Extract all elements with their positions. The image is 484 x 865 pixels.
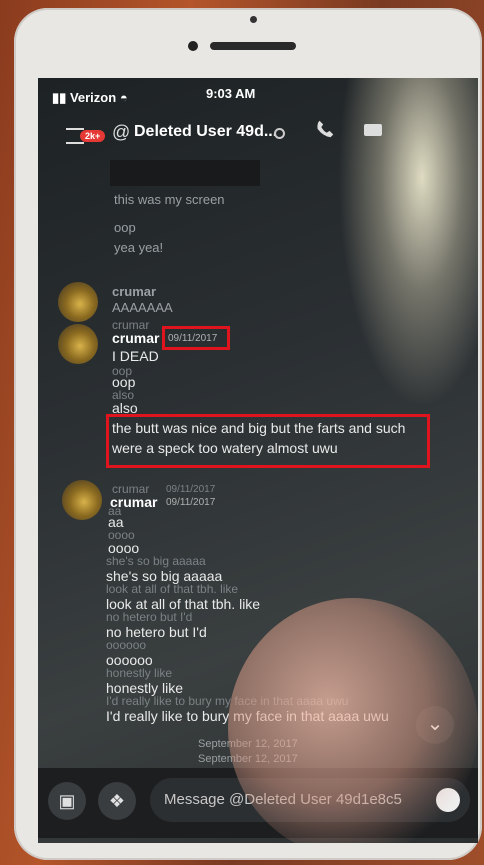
ghost-line: I'd really like to bury my face in that … [106, 694, 349, 708]
emoji-icon[interactable] [436, 788, 460, 812]
phone-call-icon[interactable] [314, 118, 336, 140]
ghost-line: no hetero but I'd [106, 610, 193, 624]
image-icon: ▣ [58, 791, 76, 811]
gift-button[interactable]: ❖ [98, 782, 136, 820]
message-line: I'd really like to bury my face in that … [106, 708, 389, 724]
gift-icon: ❖ [108, 791, 126, 811]
timestamp-highlight-box [162, 326, 230, 350]
wifi-icon: ◓ [119, 90, 128, 105]
message-timestamp: 09/11/2017 [166, 497, 216, 508]
avatar[interactable] [62, 480, 102, 520]
ghost-line: she's so big aaaaa [106, 554, 206, 568]
signal-icon: ▮▮ [52, 90, 67, 105]
ghost-timestamp: 09/11/2017 [166, 484, 216, 495]
video-call-icon[interactable] [364, 124, 382, 136]
sensor-dot [250, 16, 257, 23]
message-input-placeholder: Message @Deleted User 49d1e8c5 [164, 791, 402, 808]
message-line: AAAAAAA [112, 300, 173, 315]
earpiece [210, 42, 296, 50]
avatar[interactable] [58, 282, 98, 322]
chevron-down-icon: ⌄ [426, 713, 444, 735]
at-icon: @ [112, 122, 131, 142]
ghost-line: look at all of that tbh. like [106, 582, 239, 596]
message-author[interactable]: crumar [112, 330, 159, 346]
avatar[interactable] [58, 324, 98, 364]
redacted-block [110, 160, 260, 186]
date-divider: September 12, 2017 [198, 738, 298, 750]
image-upload-button[interactable]: ▣ [48, 782, 86, 820]
ghost-line: honestly like [106, 666, 173, 680]
message-line: oop [114, 220, 136, 235]
highlighted-line: the butt was nice and big but the farts … [112, 420, 406, 436]
status-time: 9:03 AM [206, 86, 256, 101]
phone-screen: ▮▮ Verizon ◓ 9:03 AM 2k+ @ Deleted User … [38, 78, 478, 843]
date-divider: September 12, 2017 [198, 753, 298, 765]
ghost-line: oooooo [106, 638, 147, 652]
jump-to-bottom-button[interactable]: ⌄ [416, 706, 454, 744]
highlighted-line: were a speck too watery almost uwu [112, 440, 338, 456]
message-input[interactable]: Message @Deleted User 49d1e8c5 [150, 778, 470, 822]
unread-badge: 2k+ [80, 130, 106, 142]
message-line: this was my screen [114, 192, 225, 207]
message-line: I DEAD [112, 348, 159, 364]
message-line: yea yea! [114, 240, 164, 255]
status-indicator-icon [274, 128, 285, 139]
message-input-bar: ▣ ❖ Message @Deleted User 49d1e8c5 [38, 768, 478, 838]
carrier-label: ▮▮ Verizon ◓ [52, 90, 128, 105]
chat-header: 2k+ @ Deleted User 49d... [38, 110, 478, 154]
channel-title[interactable]: Deleted User 49d... [134, 123, 277, 141]
message-author[interactable]: crumar [112, 284, 156, 299]
front-camera [188, 41, 198, 51]
status-bar: ▮▮ Verizon ◓ 9:03 AM [38, 78, 478, 106]
